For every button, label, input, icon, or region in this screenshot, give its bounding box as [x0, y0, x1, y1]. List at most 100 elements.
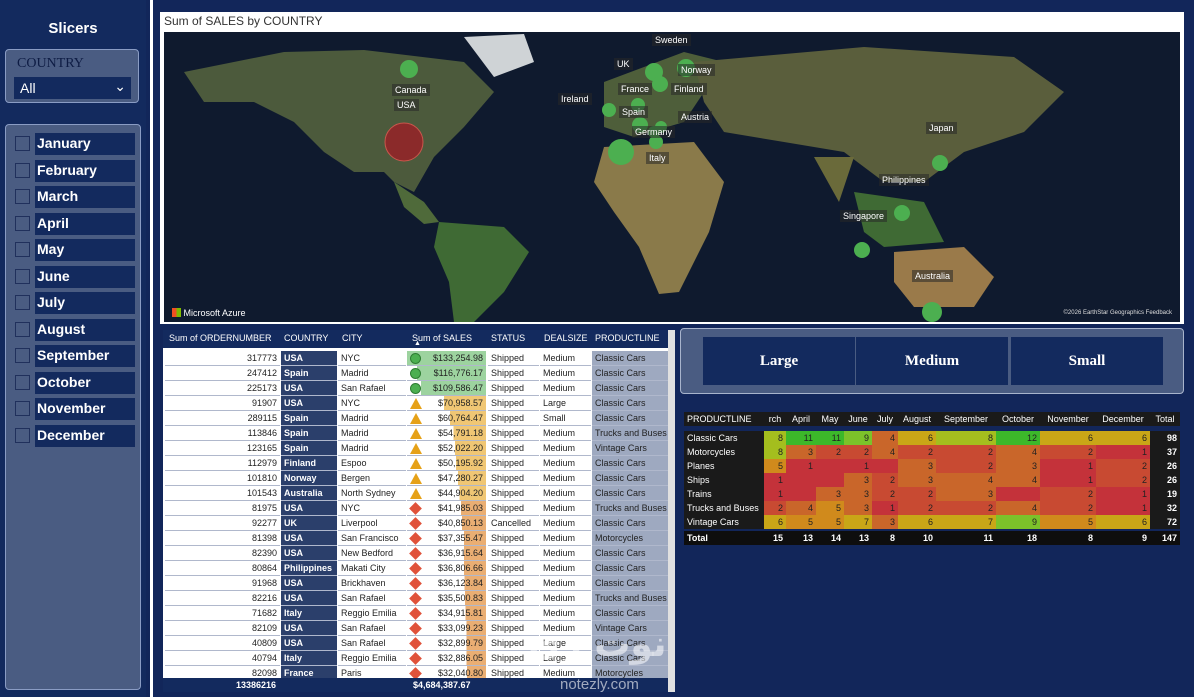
matrix-cell: 9 — [844, 431, 872, 445]
checkbox[interactable] — [15, 189, 30, 204]
month-item-november[interactable]: November — [14, 398, 138, 420]
matrix-header-rch[interactable]: rch — [764, 412, 786, 426]
matrix-cell: 6 — [1096, 515, 1150, 529]
table-row[interactable]: 113846 Spain Madrid $54,791.18 Shipped Medium… — [163, 426, 668, 441]
table-row[interactable]: 82216 USA San Rafael $35,500.83 Shipped Mediu… — [163, 591, 668, 606]
matrix-row-label: Motorcycles — [684, 445, 764, 459]
sales-value: $32,899.79 — [437, 638, 483, 648]
table-row[interactable]: 247412 Spain Madrid $116,776.17 Shipped Mediu… — [163, 366, 668, 381]
map-visual: Sum of SALES by COUNTRY Sweden UK Norway… — [160, 12, 1184, 324]
table-row[interactable]: 112979 Finland Espoo $50,195.92 Shipped Mediu… — [163, 456, 668, 471]
month-item-may[interactable]: May — [14, 239, 138, 261]
header-sales[interactable]: Sum of SALES — [412, 333, 472, 343]
checkbox[interactable] — [15, 295, 30, 310]
cell-ordernumber: 289115 — [165, 411, 280, 426]
map-credit[interactable]: ©2026 EarthStar Geographics Feedback — [1064, 310, 1172, 316]
cell-sales: $40,850.13 — [407, 516, 486, 531]
dealsize-medium-button[interactable]: Medium — [856, 337, 1008, 385]
cell-dealsize: Medium — [540, 471, 591, 486]
cell-productline: Motorcycles — [592, 531, 668, 546]
matrix-header-july[interactable]: July — [872, 412, 898, 426]
matrix-header-total[interactable]: Total — [1150, 412, 1180, 426]
checkbox[interactable] — [15, 215, 30, 231]
matrix-header-april[interactable]: April — [786, 412, 816, 426]
table-row[interactable]: 91907 USA NYC $70,958.57 Shipped Large Classic… — [163, 396, 668, 411]
cell-productline: Classic Cars — [592, 471, 668, 486]
table-row[interactable]: 91968 USA Brickhaven $36,123.84 Shipped Mediu… — [163, 576, 668, 591]
cell-sales: $133,254.98 — [407, 351, 486, 366]
table-row[interactable]: 82390 USA New Bedford $36,915.64 Shipped Medi… — [163, 546, 668, 561]
matrix-header-september[interactable]: September — [936, 412, 996, 426]
checkbox[interactable] — [15, 268, 30, 284]
matrix-cell — [816, 459, 844, 473]
sales-value: $37,355.47 — [437, 533, 483, 543]
cell-sales: $50,195.92 — [407, 456, 486, 471]
matrix-header-productline[interactable]: PRODUCTLINE — [684, 412, 764, 426]
month-item-august[interactable]: August — [14, 318, 138, 341]
checkbox[interactable] — [15, 427, 30, 443]
table-row[interactable]: 81398 USA San Francisco $37,355.47 Shipped Me… — [163, 531, 668, 546]
country-dropdown[interactable]: All ⌄ — [14, 77, 131, 99]
month-item-july[interactable]: July — [14, 292, 138, 314]
month-item-april[interactable]: April — [14, 212, 138, 235]
matrix-cell: 11 — [786, 431, 816, 445]
checkbox[interactable] — [15, 242, 30, 257]
table-row[interactable]: 225173 USA San Rafael $109,586.47 Shipped Med… — [163, 381, 668, 396]
header-country[interactable]: COUNTRY — [284, 333, 328, 343]
matrix-row-total: 32 — [1150, 501, 1180, 515]
month-item-october[interactable]: October — [14, 371, 138, 394]
sales-map[interactable]: Sweden UK Norway Canada France USA Irela… — [164, 32, 1180, 322]
checkbox[interactable] — [15, 162, 30, 178]
map-label-norway: Norway — [678, 64, 715, 76]
cell-city: San Francisco — [338, 531, 406, 546]
table-row[interactable]: 81975 USA NYC $41,985.03 Shipped Medium Trucks… — [163, 501, 668, 516]
matrix-header-december[interactable]: December — [1096, 412, 1150, 426]
header-productline[interactable]: PRODUCTLINE — [595, 333, 660, 343]
matrix-total-cell: 10 — [898, 531, 936, 545]
table-row[interactable]: 71682 Italy Reggio Emilia $34,915.81 Shipped… — [163, 606, 668, 621]
sales-value: $52,022.20 — [437, 443, 483, 453]
matrix-header-august[interactable]: August — [898, 412, 936, 426]
header-city[interactable]: CITY — [342, 333, 363, 343]
table-row[interactable]: 92277 UK Liverpool $40,850.13 Cancelled Mediu… — [163, 516, 668, 531]
checkbox[interactable] — [15, 401, 30, 416]
month-label: March — [35, 186, 135, 208]
month-label: December — [35, 424, 135, 447]
map-label-ireland: Ireland — [558, 93, 592, 105]
cell-country: Spain — [281, 411, 337, 426]
matrix-header-november[interactable]: November — [1040, 412, 1096, 426]
matrix-header-october[interactable]: October — [996, 412, 1040, 426]
cell-dealsize: Medium — [540, 486, 591, 501]
month-item-june[interactable]: June — [14, 265, 138, 288]
header-ordernumber[interactable]: Sum of ORDERNUMBER — [169, 333, 272, 343]
matrix-row-total: 37 — [1150, 445, 1180, 459]
cell-dealsize: Medium — [540, 441, 591, 456]
month-item-december[interactable]: December — [14, 424, 138, 447]
matrix-header-may[interactable]: May — [816, 412, 844, 426]
matrix-header-june[interactable]: June — [844, 412, 872, 426]
dealsize-small-button[interactable]: Small — [1011, 337, 1163, 385]
table-row[interactable]: 101543 Australia North Sydney $44,904.20 Shi… — [163, 486, 668, 501]
table-row[interactable]: 101810 Norway Bergen $47,280.27 Shipped Mediu… — [163, 471, 668, 486]
month-item-march[interactable]: March — [14, 186, 138, 208]
cell-status: Shipped — [488, 426, 539, 441]
checkbox[interactable] — [15, 348, 30, 363]
checkbox[interactable] — [15, 136, 30, 151]
table-row[interactable]: 317773 USA NYC $133,254.98 Shipped Medium Clas… — [163, 351, 668, 366]
cell-dealsize: Large — [540, 396, 591, 411]
checkbox[interactable] — [15, 374, 30, 390]
matrix-cell: 3 — [898, 473, 936, 487]
checkbox[interactable] — [15, 321, 30, 337]
month-item-january[interactable]: January — [14, 133, 138, 155]
matrix-cell — [996, 487, 1040, 501]
table-row[interactable]: 80864 Philippines Makati City $36,806.66 Shi… — [163, 561, 668, 576]
dealsize-large-button[interactable]: Large — [703, 337, 855, 385]
month-item-february[interactable]: February — [14, 159, 138, 182]
table-row[interactable]: 289115 Spain Madrid $60,764.47 Shipped Small C… — [163, 411, 668, 426]
header-dealsize[interactable]: DEALSIZE — [544, 333, 588, 343]
table-scrollbar[interactable] — [668, 330, 675, 692]
cell-sales: $54,791.18 — [407, 426, 486, 441]
month-item-september[interactable]: September — [14, 345, 138, 367]
table-row[interactable]: 123165 Spain Madrid $52,022.20 Shipped Medium… — [163, 441, 668, 456]
header-status[interactable]: STATUS — [491, 333, 525, 343]
